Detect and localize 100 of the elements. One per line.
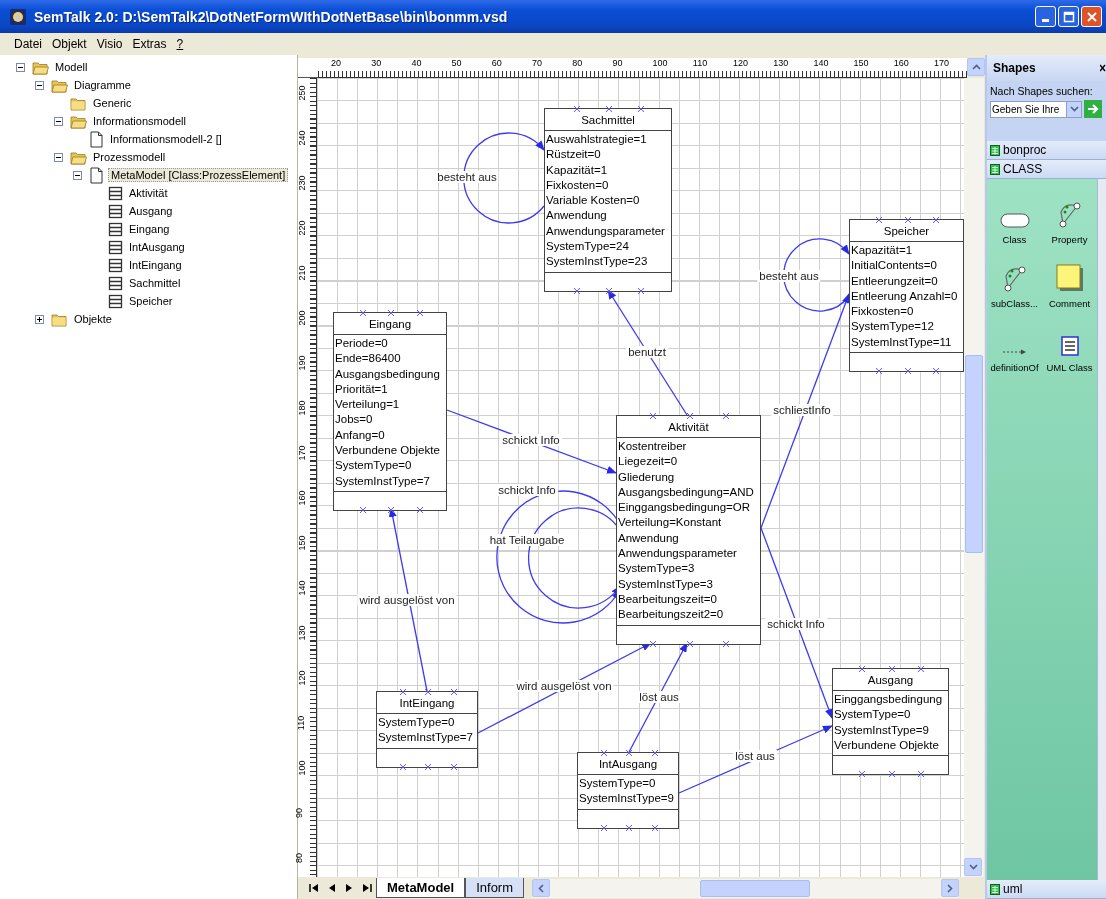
connection-point-icon — [651, 750, 658, 756]
menu-item[interactable]: Datei — [14, 37, 42, 51]
relation-label: löst aus — [733, 750, 777, 762]
menu-item[interactable]: Extras — [132, 37, 167, 51]
expander-icon[interactable] — [73, 170, 82, 180]
class-box[interactable]: Ausgang Einggangsbedingung SystemType=0 SystemInstType=9 Verbundene Objekte — [832, 668, 949, 776]
next-page-icon[interactable] — [344, 883, 353, 893]
class-attribute: SystemType=24 — [545, 239, 630, 255]
close-icon — [1085, 10, 1098, 23]
connection-point-icon — [888, 666, 895, 672]
class-icon — [108, 185, 123, 201]
class-box[interactable]: Sachmittel Auswahlstrategie=1 Rüstzeit=0 Kapazität=1 Fixkosten=0 Variable Kosten=0 Anwendung Anwendungsparameter SystemType=24 SystemInstType=23 — [544, 108, 672, 292]
tree-item[interactable]: Objekte — [72, 313, 114, 325]
expander-icon[interactable] — [16, 62, 25, 72]
menu-item[interactable]: Objekt — [52, 37, 87, 51]
class-attribute: Auswahlstrategie=1 — [545, 132, 648, 147]
tree-item[interactable]: Generic — [91, 97, 134, 109]
previous-page-icon[interactable] — [327, 883, 336, 893]
tree-item[interactable]: Informationsmodell-2 [] — [108, 133, 224, 145]
vertical-scrollbar[interactable] — [964, 78, 984, 877]
menu-item[interactable]: Visio — [96, 37, 123, 51]
connection-point-icon — [859, 771, 866, 778]
menu-item[interactable]: ? — [176, 37, 184, 51]
tree-item[interactable]: Sachmittel — [127, 277, 183, 289]
note-icon[interactable] — [1055, 264, 1084, 292]
tree-item[interactable]: Diagramme — [72, 79, 133, 91]
tree-item[interactable]: IntAusgang — [127, 241, 187, 253]
list-icon[interactable] — [1060, 336, 1079, 356]
ruler-label: 70 — [532, 58, 542, 68]
rounded-shape-icon[interactable] — [999, 212, 1030, 228]
connection-point-icon — [425, 689, 431, 695]
connection-point-icon — [399, 763, 406, 770]
first-page-icon[interactable] — [308, 883, 319, 893]
maximize-icon — [1062, 10, 1075, 23]
class-attribute: SystemType=0 — [833, 707, 912, 723]
caret-icon[interactable] — [1069, 106, 1079, 112]
scroll-right-button[interactable] — [941, 879, 959, 897]
ruler-label: 170 — [296, 445, 307, 461]
search-field[interactable]: Geben Sie Ihre — [990, 100, 1066, 118]
connection-point-icon — [933, 217, 940, 223]
class-attribute: Verteilung=Konstant — [617, 515, 723, 531]
scroll-left-button[interactable] — [532, 879, 550, 897]
scroll-thumb[interactable] — [965, 355, 983, 553]
tree-item[interactable]: IntEingang — [127, 259, 184, 271]
connection-point-icon — [917, 666, 924, 672]
dotted-arrow-icon[interactable] — [1001, 348, 1028, 356]
class-name: Sachmittel — [581, 113, 635, 126]
shape-label: definitionOf — [990, 362, 1039, 373]
stencil-header[interactable]: CLASS — [987, 160, 1106, 179]
arrow-icon — [1087, 103, 1099, 115]
class-box[interactable] — [616, 415, 761, 645]
relation-label: schickt Info — [496, 484, 558, 496]
folder-icon — [51, 311, 68, 327]
tree-item[interactable]: Eingang — [127, 223, 172, 235]
connection-point-icon — [388, 310, 394, 316]
stencil-header[interactable]: uml — [987, 880, 1106, 899]
tree-item[interactable]: Modell — [53, 61, 90, 73]
close-icon[interactable] — [1100, 64, 1106, 72]
class-attribute: SystemType=12 — [850, 319, 935, 335]
ruler-label: 220 — [296, 220, 307, 236]
search-button[interactable] — [1084, 100, 1102, 118]
tree-item[interactable]: Speicher — [127, 295, 175, 307]
class-attribute: Kapazität=1 — [850, 243, 914, 258]
sheet-tab[interactable]: Inform — [465, 878, 524, 898]
page-icon — [89, 166, 104, 184]
tree-item[interactable]: Prozessmodell — [91, 151, 168, 163]
tree-item[interactable]: Aktivität — [127, 187, 170, 199]
tree-item[interactable]: Informationsmodell — [91, 115, 188, 127]
close-button[interactable] — [1081, 6, 1102, 27]
connection-point-icon — [650, 640, 657, 647]
vertical-scrollbar[interactable] — [1097, 179, 1106, 880]
connection-point-icon — [359, 310, 366, 316]
minimize-button[interactable] — [1035, 6, 1056, 27]
horizontal-scrollbar[interactable] — [532, 878, 959, 898]
connection-point-icon — [904, 217, 911, 223]
tree-item[interactable]: MetaModel [Class:ProzessElement] — [108, 168, 289, 182]
scroll-up-button[interactable] — [967, 58, 985, 76]
relation-label: schliestInfo — [771, 404, 833, 416]
scroll-down-button[interactable] — [964, 858, 982, 876]
maximize-button[interactable] — [1058, 6, 1079, 27]
expander-icon[interactable] — [54, 116, 63, 126]
class-box[interactable]: Speicher Kapazität=1 InitialContents=0 Entleerungzeit=0 Entleerung Anzahl=0 Fixkosten=0 SystemType=12 SystemInstType=11 — [849, 219, 964, 373]
class-attribute: SystemInstType=23 — [545, 254, 649, 270]
class-box[interactable]: IntEingang SystemType=0 SystemInstType=7 — [376, 691, 478, 768]
expander-icon[interactable] — [54, 152, 63, 162]
class-box[interactable]: Eingang Periode=0 Ende=86400 Ausgangsbedingung Priorität=1 Verteilung=1 Jobs=0 Anfang=0 Verbundene Objekte SystemType=0 SystemInstType=7 — [333, 312, 447, 511]
expander-icon[interactable] — [35, 314, 44, 324]
tree-item[interactable]: Ausgang — [127, 205, 175, 217]
ruler-label: 200 — [296, 310, 307, 326]
expander-icon[interactable] — [35, 80, 44, 90]
class-attribute: SystemInstType=9 — [578, 791, 675, 807]
last-page-icon[interactable] — [361, 883, 372, 893]
connection-point-icon — [651, 824, 658, 831]
sheet-tab[interactable]: MetaModel — [376, 878, 466, 898]
stencil-header[interactable]: bonproc — [987, 141, 1106, 160]
ruler-label: 110 — [296, 715, 307, 731]
connection-point-icon — [359, 506, 366, 513]
class-box[interactable]: IntAusgang SystemType=0 SystemInstType=9 — [577, 752, 679, 829]
connection-point-icon — [450, 689, 457, 695]
scroll-thumb[interactable] — [700, 880, 810, 897]
